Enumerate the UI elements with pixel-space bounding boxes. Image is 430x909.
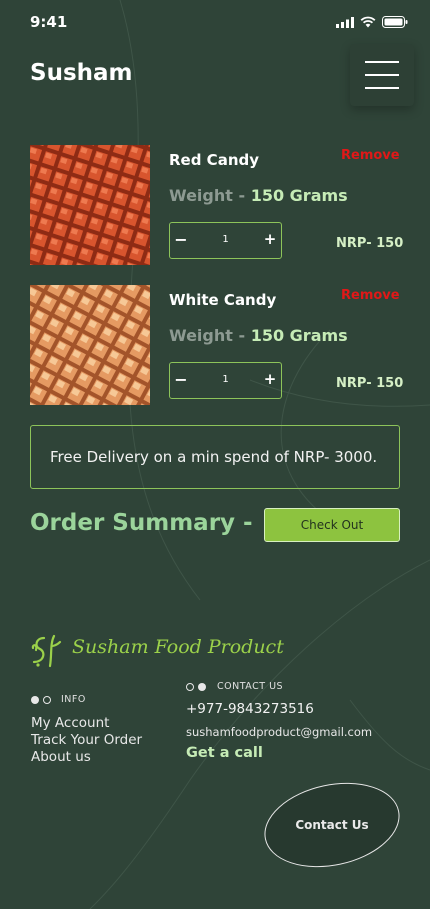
- get-a-call-link[interactable]: Get a call: [186, 745, 372, 761]
- contact-us-label: Contact Us: [295, 818, 369, 832]
- status-time: 9:41: [30, 13, 68, 31]
- quantity-stepper: − 1 +: [169, 362, 282, 399]
- checkout-button[interactable]: Check Out: [264, 508, 400, 542]
- weight-label: Weight -: [169, 186, 246, 205]
- item-name: White Candy: [169, 291, 277, 309]
- my-account-link[interactable]: My Account: [31, 715, 142, 731]
- order-summary-title: Order Summary -: [30, 510, 253, 536]
- info-section: INFO My Account Track Your Order About u…: [31, 694, 142, 765]
- weight-value: 150 Grams: [250, 326, 348, 345]
- brand-title: Susham: [30, 60, 133, 86]
- contact-label: CONTACT US: [217, 681, 284, 692]
- contact-section: CONTACT US +977-9843273516 sushamfoodpro…: [186, 681, 372, 761]
- increase-button[interactable]: +: [263, 370, 277, 388]
- signal-icon: [336, 16, 354, 28]
- status-icons: [336, 16, 408, 28]
- delivery-notice-text: Free Delivery on a min spend of NRP- 300…: [50, 448, 378, 466]
- info-dots-icon: [31, 695, 51, 704]
- red-candy-image: [30, 145, 150, 265]
- wifi-icon: [360, 16, 376, 28]
- item-price: NRP- 150: [336, 376, 404, 391]
- remove-button[interactable]: Remove: [341, 288, 400, 303]
- contact-us-button[interactable]: Contact Us: [262, 782, 402, 868]
- email-address[interactable]: sushamfoodproduct@gmail.com: [186, 725, 372, 739]
- quantity-stepper: − 1 +: [169, 222, 282, 259]
- increase-button[interactable]: +: [263, 230, 277, 248]
- item-weight: Weight - 150 Grams: [169, 186, 348, 205]
- item-name: Red Candy: [169, 151, 260, 169]
- phone-number[interactable]: +977-9843273516: [186, 701, 372, 717]
- weight-label: Weight -: [169, 326, 246, 345]
- weight-value: 150 Grams: [250, 186, 348, 205]
- track-order-link[interactable]: Track Your Order: [31, 732, 142, 748]
- info-label: INFO: [61, 694, 86, 705]
- delivery-notice: Free Delivery on a min spend of NRP- 300…: [30, 425, 400, 489]
- item-price: NRP- 150: [336, 236, 404, 251]
- white-candy-image: [30, 285, 150, 405]
- remove-button[interactable]: Remove: [341, 148, 400, 163]
- battery-icon: [382, 16, 408, 28]
- contact-dots-icon: [186, 682, 206, 691]
- about-us-link[interactable]: About us: [31, 749, 142, 765]
- logo-text: Susham Food Product: [72, 636, 284, 658]
- leaf-logo-icon: [31, 634, 62, 668]
- item-weight: Weight - 150 Grams: [169, 326, 348, 345]
- menu-button[interactable]: [350, 44, 414, 106]
